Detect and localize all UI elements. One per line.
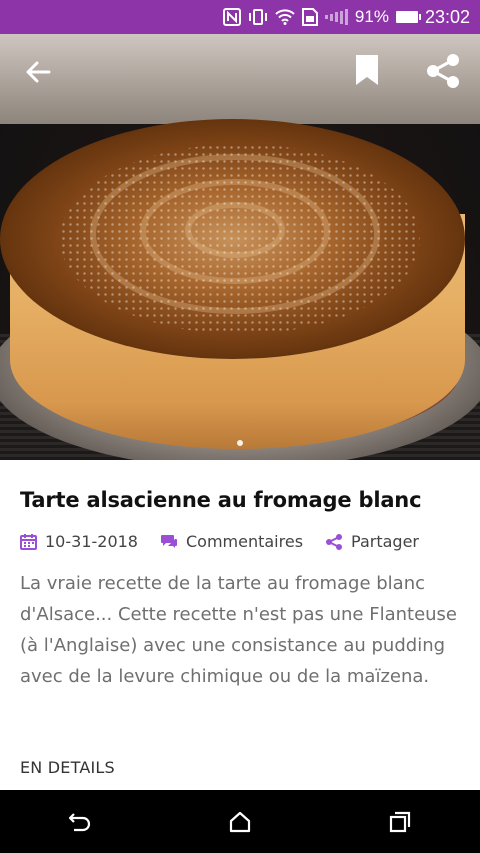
vibrate-icon [248,8,268,26]
share-label: Partager [351,532,419,551]
recipe-meta-row: 10-31-2018 Commentaires Partager [20,532,460,551]
recipe-title: Tarte alsacienne au fromage blanc [20,488,422,512]
carousel-dot [237,440,243,446]
nfc-icon [222,8,241,26]
bookmark-icon[interactable] [352,52,382,88]
sim-icon [301,8,318,26]
recipe-summary: Tarte alsacienne au fromage blanc 10-31-… [0,460,480,790]
share-icon[interactable] [424,52,462,90]
battery-icon [395,11,421,23]
battery-percent: 91% [354,7,389,26]
recipe-description: La vraie recette de la tarte au fromage … [20,573,458,687]
status-bar: 91% 23:02 [0,0,480,34]
system-nav-bar [0,790,480,853]
share-small-icon [326,533,343,550]
signal-icon [324,9,348,25]
recipe-photo-carousel[interactable] [0,34,480,460]
comments-link[interactable]: Commentaires [160,532,303,551]
comments-icon [160,535,177,548]
photo-background [0,34,480,124]
nav-home-icon[interactable] [210,797,270,847]
carousel-indicator [0,440,480,446]
photo-powdered-sugar [60,144,420,334]
nav-recents-icon[interactable] [370,797,430,847]
comments-label: Commentaires [185,532,304,551]
calendar-icon [20,534,37,550]
back-arrow-icon[interactable] [20,54,56,90]
clock: 23:02 [424,6,470,27]
recipe-screen: 91% 23:02 Tarte alsacienne au fromage bl… [0,0,480,853]
details-button[interactable]: EN DETAILS [20,758,115,777]
share-link[interactable]: Partager [325,532,419,551]
wifi-icon [275,9,295,25]
nav-back-icon[interactable] [50,797,110,847]
date-meta: 10-31-2018 [20,532,138,551]
recipe-date: 10-31-2018 [45,532,138,551]
